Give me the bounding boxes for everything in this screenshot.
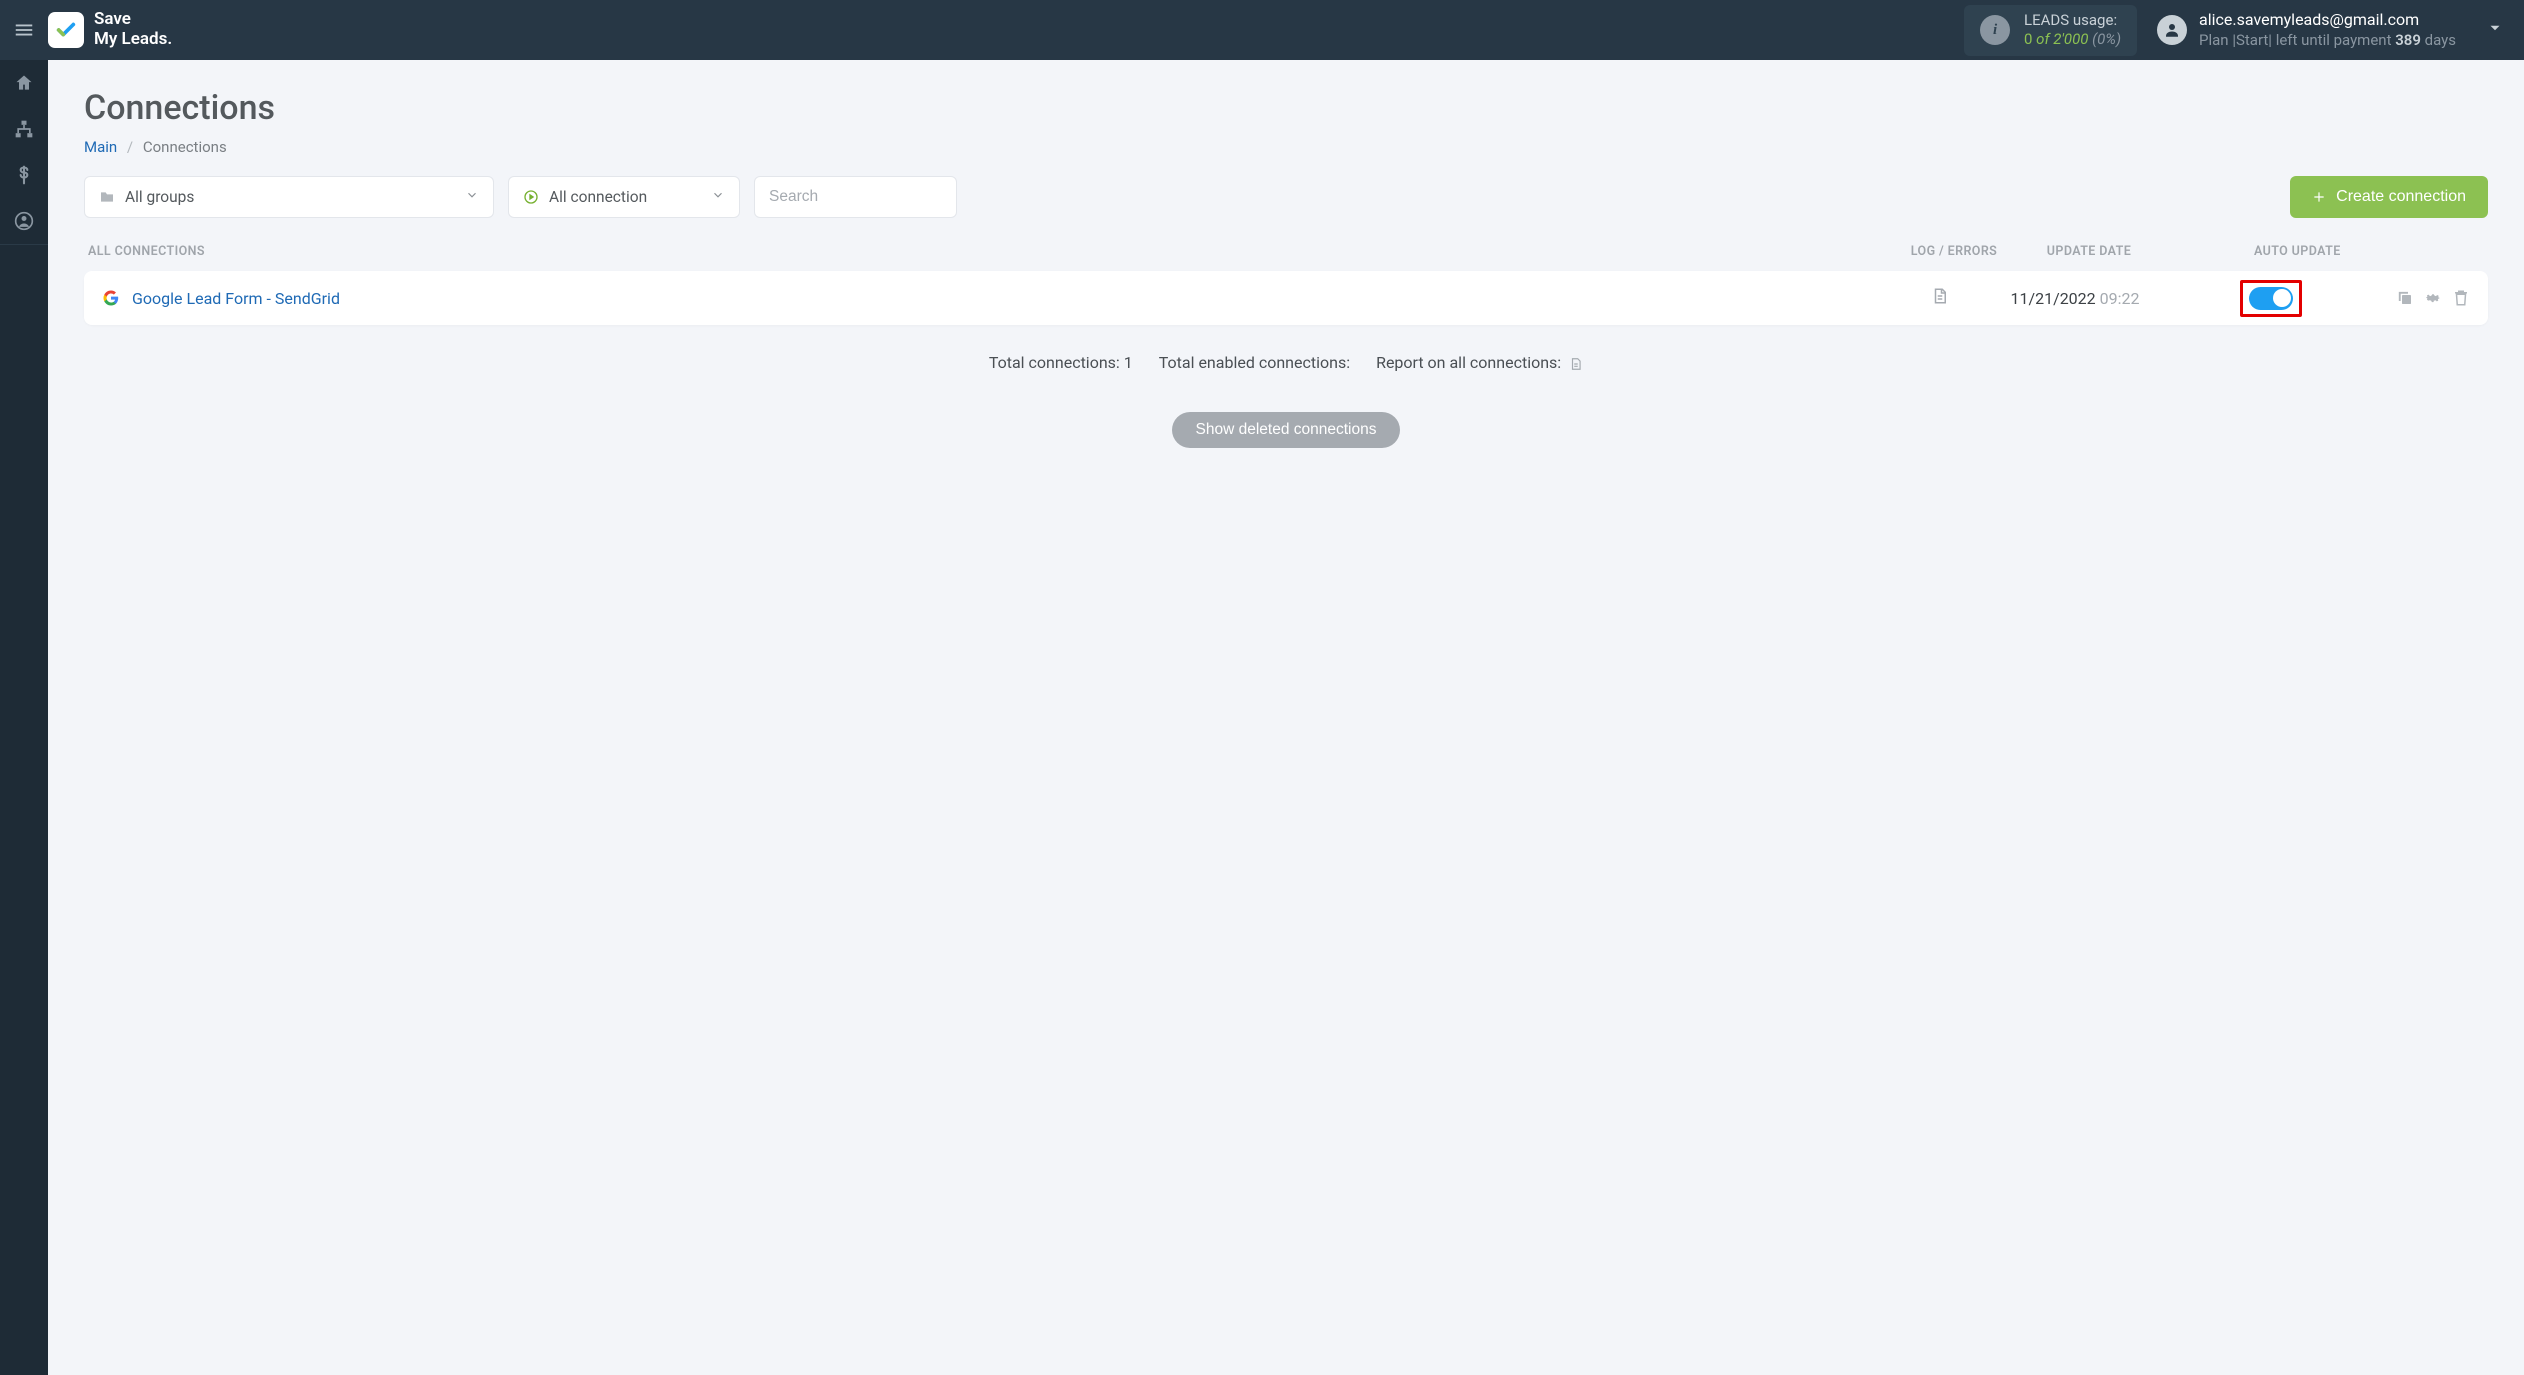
connection-filter-select[interactable]: All connection (508, 176, 740, 218)
table-header: ALL CONNECTIONS LOG / ERRORS UPDATE DATE… (84, 244, 2488, 271)
sitemap-icon (14, 119, 34, 139)
connection-link[interactable]: Google Lead Form - SendGrid (132, 289, 340, 308)
play-circle-icon (523, 189, 539, 205)
home-icon (14, 73, 34, 93)
info-icon: i (1980, 15, 2010, 45)
th-all-connections: ALL CONNECTIONS (88, 244, 1904, 259)
leads-usage-label: LEADS usage: (2024, 11, 2121, 31)
logo[interactable]: Save My Leads. (48, 10, 172, 49)
total-enabled: Total enabled connections: (1159, 353, 1350, 372)
user-circle-icon (14, 211, 34, 231)
copy-icon[interactable] (2396, 289, 2414, 307)
sidebar (0, 60, 48, 1375)
user-menu-chevron[interactable] (2486, 19, 2504, 41)
sidebar-connections[interactable] (0, 106, 48, 152)
breadcrumb: Main / Connections (84, 138, 2488, 156)
leads-usage-box[interactable]: i LEADS usage: 0 of 2'000 (0%) (1964, 5, 2137, 56)
controls-row: All groups All connection Create connect… (84, 176, 2488, 218)
report-icon[interactable] (1565, 353, 1583, 372)
table-row: Google Lead Form - SendGrid 11/21/2022 0… (84, 271, 2488, 325)
total-connections: Total connections: 1 (989, 353, 1133, 372)
summary-row: Total connections: 1 Total enabled conne… (84, 353, 2488, 372)
page-title: Connections (84, 88, 2488, 128)
google-icon (102, 289, 120, 307)
auto-update-toggle[interactable] (2249, 287, 2293, 310)
document-icon (1931, 286, 1949, 306)
chevron-down-icon (2486, 19, 2504, 37)
folder-icon (99, 189, 115, 205)
logo-text: Save My Leads. (94, 10, 172, 49)
main-content: Connections Main / Connections All group… (48, 60, 2524, 1375)
user-email: alice.savemyleads@gmail.com (2199, 10, 2456, 31)
th-log: LOG / ERRORS (1904, 244, 2004, 259)
row-actions (2360, 289, 2470, 307)
sidebar-billing[interactable] (0, 152, 48, 198)
sidebar-account[interactable] (0, 198, 48, 244)
leads-usage-values: 0 of 2'000 (0%) (2024, 30, 2121, 50)
create-connection-button[interactable]: Create connection (2290, 176, 2488, 218)
user-menu[interactable]: alice.savemyleads@gmail.com Plan |Start|… (2157, 10, 2456, 50)
groups-select[interactable]: All groups (84, 176, 494, 218)
hamburger-icon (13, 19, 35, 41)
search-box[interactable] (754, 176, 957, 218)
date-cell: 11/21/2022 09:22 (1990, 289, 2160, 308)
breadcrumb-current: Connections (143, 138, 227, 156)
plus-icon (2312, 190, 2326, 204)
logo-icon (48, 12, 84, 48)
th-update-date: UPDATE DATE (2004, 244, 2174, 259)
toggle-highlight (2240, 280, 2302, 317)
report-all: Report on all connections: (1376, 353, 1583, 372)
hamburger-menu[interactable] (0, 0, 48, 60)
user-plan: Plan |Start| left until payment 389 days (2199, 31, 2456, 51)
dollar-icon (14, 165, 34, 185)
sidebar-home[interactable] (0, 60, 48, 106)
chevron-down-icon (711, 188, 725, 206)
show-deleted-button[interactable]: Show deleted connections (1172, 412, 1401, 448)
search-input[interactable] (769, 188, 942, 206)
trash-icon[interactable] (2452, 289, 2470, 307)
gear-icon[interactable] (2424, 289, 2442, 307)
log-cell[interactable] (1890, 286, 1990, 310)
connection-name-cell: Google Lead Form - SendGrid (102, 289, 1890, 308)
auto-update-cell (2230, 280, 2360, 317)
chevron-down-icon (465, 188, 479, 206)
th-auto-update: AUTO UPDATE (2244, 244, 2374, 259)
breadcrumb-main[interactable]: Main (84, 138, 117, 156)
avatar-icon (2157, 15, 2187, 45)
header: Save My Leads. i LEADS usage: 0 of 2'000… (0, 0, 2524, 60)
